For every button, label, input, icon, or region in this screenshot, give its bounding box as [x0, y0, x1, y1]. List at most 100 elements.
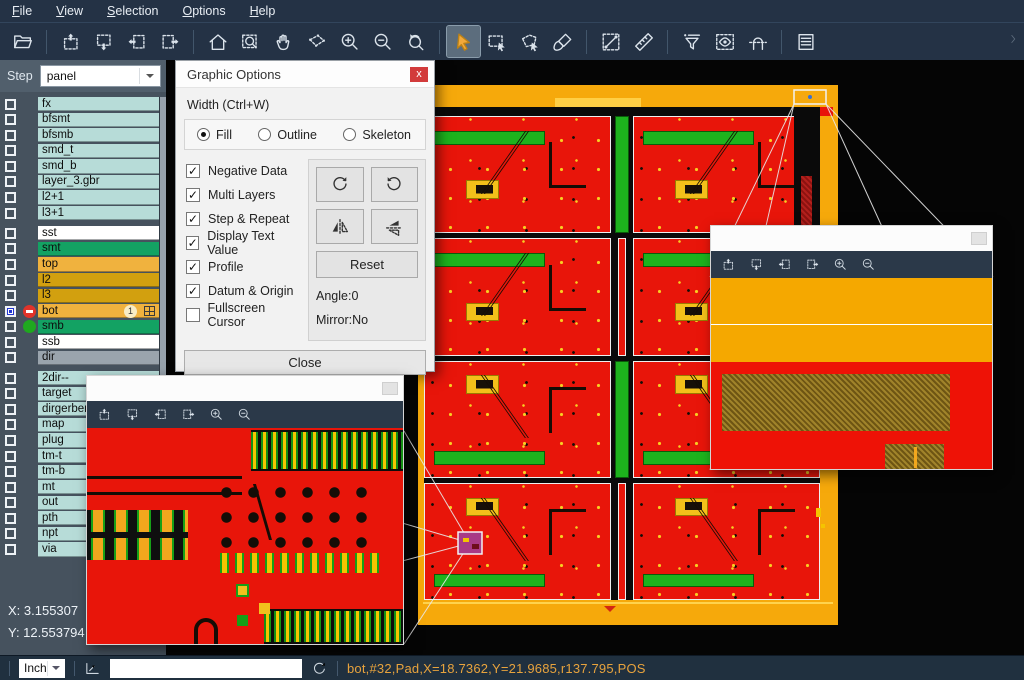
- layer-visibility-checkbox[interactable]: [5, 259, 16, 270]
- layer-row-smd-t[interactable]: smd_t: [0, 144, 159, 158]
- radio-fill[interactable]: Fill: [197, 128, 232, 142]
- layer-row-smb[interactable]: smb: [0, 320, 159, 334]
- zoomwin-tool-zoom-in[interactable]: [833, 257, 848, 272]
- menu-item-options[interactable]: Options: [182, 4, 225, 18]
- checkbox[interactable]: ✓: [186, 260, 200, 274]
- layer-visibility-checkbox[interactable]: [5, 306, 16, 317]
- layer-grid-icon[interactable]: [144, 306, 155, 316]
- layer-row-l3[interactable]: l3: [0, 289, 159, 303]
- layer-row-smt[interactable]: smt: [0, 242, 159, 256]
- layer-visibility-checkbox[interactable]: [5, 513, 16, 524]
- tool-show-selection[interactable]: [708, 26, 741, 57]
- rotate-cw-button[interactable]: [316, 167, 364, 202]
- zoom-window-right-button[interactable]: [971, 232, 987, 245]
- zoomwin-tool-pan-right[interactable]: [805, 257, 820, 272]
- tool-select-rectangle[interactable]: [480, 26, 513, 57]
- tool-pan-left[interactable]: [120, 26, 153, 57]
- layer-row-l3-1[interactable]: l3+1: [0, 206, 159, 220]
- zoomwin-tool-pan-down[interactable]: [125, 407, 140, 422]
- radio-circle[interactable]: [197, 128, 210, 141]
- layer-visibility-checkbox[interactable]: [5, 228, 16, 239]
- tool-measure-distance[interactable]: [594, 26, 627, 57]
- layer-visibility-checkbox[interactable]: [5, 176, 16, 187]
- layer-row-fx[interactable]: fx: [0, 97, 159, 111]
- zoom-window-right-titlebar[interactable]: [711, 226, 992, 251]
- tool-zoom-previous[interactable]: [399, 26, 432, 57]
- menu-item-selection[interactable]: Selection: [107, 4, 158, 18]
- layer-visibility-checkbox[interactable]: [5, 466, 16, 477]
- option-negative-data[interactable]: ✓Negative Data: [184, 159, 302, 183]
- layer-visibility-checkbox[interactable]: [5, 388, 16, 399]
- zoomwin-tool-pan-left[interactable]: [153, 407, 168, 422]
- radio-circle[interactable]: [258, 128, 271, 141]
- checkbox[interactable]: ✓: [186, 236, 199, 250]
- mirror-horizontal-axis-button[interactable]: [371, 209, 419, 244]
- layer-row-smd-b[interactable]: smd_b: [0, 159, 159, 173]
- layer-row-layer-3-gbr[interactable]: layer_3.gbr: [0, 175, 159, 189]
- angle-measure-icon[interactable]: [84, 660, 101, 677]
- command-input[interactable]: [110, 659, 302, 678]
- layer-row-ssb[interactable]: ssb: [0, 335, 159, 349]
- layer-visibility-checkbox[interactable]: [5, 528, 16, 539]
- dialog-title[interactable]: Graphic Options: [176, 61, 434, 88]
- radio-outline[interactable]: Outline: [258, 128, 317, 142]
- layer-visibility-checkbox[interactable]: [5, 145, 16, 156]
- refresh-icon[interactable]: [311, 660, 328, 677]
- tool-home-view[interactable]: [201, 26, 234, 57]
- option-multi-layers[interactable]: ✓Multi Layers: [184, 183, 302, 207]
- tool-pan-hand[interactable]: [267, 26, 300, 57]
- tool-zoom-in[interactable]: [333, 26, 366, 57]
- zoom-view-detail[interactable]: [87, 428, 403, 644]
- layer-row-sst[interactable]: sst: [0, 226, 159, 240]
- checkbox[interactable]: ✓: [186, 212, 200, 226]
- tool-paint-brush[interactable]: [546, 26, 579, 57]
- zoomwin-tool-pan-right[interactable]: [181, 407, 196, 422]
- layer-visibility-checkbox[interactable]: [5, 99, 16, 110]
- tool-snap[interactable]: [741, 26, 774, 57]
- menu-item-view[interactable]: View: [56, 4, 83, 18]
- layer-row-l2-1[interactable]: l2+1: [0, 190, 159, 204]
- layer-visibility-checkbox[interactable]: [5, 435, 16, 446]
- layer-visibility-checkbox[interactable]: [5, 419, 16, 430]
- layer-row-bot[interactable]: bot1: [0, 304, 159, 318]
- layer-visibility-checkbox[interactable]: [5, 114, 16, 125]
- tool-measure-ruler[interactable]: [627, 26, 660, 57]
- layer-row-dir[interactable]: dir: [0, 351, 159, 365]
- layer-visibility-checkbox[interactable]: [5, 497, 16, 508]
- zoomwin-tool-pan-up[interactable]: [97, 407, 112, 422]
- dialog-close-button[interactable]: x: [410, 67, 428, 82]
- menu-item-help[interactable]: Help: [250, 4, 276, 18]
- zoom-window-left-titlebar[interactable]: [87, 376, 403, 401]
- zoom-window-left-button[interactable]: [382, 382, 398, 395]
- layer-visibility-checkbox[interactable]: [5, 321, 16, 332]
- layer-visibility-checkbox[interactable]: [5, 482, 16, 493]
- tool-zoom-out[interactable]: [366, 26, 399, 57]
- option-step-repeat[interactable]: ✓Step & Repeat: [184, 207, 302, 231]
- layer-visibility-checkbox[interactable]: [5, 337, 16, 348]
- layer-visibility-checkbox[interactable]: [5, 404, 16, 415]
- tool-open-file[interactable]: [6, 26, 39, 57]
- tool-pan-right[interactable]: [153, 26, 186, 57]
- tool-zoom-polygon[interactable]: [300, 26, 333, 57]
- tool-pan-down[interactable]: [87, 26, 120, 57]
- zoomwin-tool-pan-down[interactable]: [749, 257, 764, 272]
- zoomwin-tool-zoom-in[interactable]: [209, 407, 224, 422]
- reset-button[interactable]: Reset: [316, 251, 418, 278]
- option-fullscreen-cursor[interactable]: Fullscreen Cursor: [184, 303, 302, 327]
- layer-visibility-checkbox[interactable]: [5, 544, 16, 555]
- zoomwin-tool-zoom-out[interactable]: [237, 407, 252, 422]
- tool-layers-form[interactable]: [789, 26, 822, 57]
- tool-zoom-window[interactable]: [234, 26, 267, 57]
- menu-item-file[interactable]: File: [12, 4, 32, 18]
- zoomwin-tool-pan-up[interactable]: [721, 257, 736, 272]
- checkbox[interactable]: ✓: [186, 188, 200, 202]
- zoom-view-fiducials[interactable]: [711, 278, 992, 469]
- layer-visibility-checkbox[interactable]: [5, 243, 16, 254]
- layer-row-bfsmt[interactable]: bfsmt: [0, 113, 159, 127]
- close-button[interactable]: Close: [184, 350, 426, 375]
- rotate-ccw-button[interactable]: [371, 167, 419, 202]
- tool-pan-up[interactable]: [54, 26, 87, 57]
- option-display-text-value[interactable]: ✓Display Text Value: [184, 231, 302, 255]
- layer-visibility-checkbox[interactable]: [5, 161, 16, 172]
- tool-select-cursor[interactable]: [447, 26, 480, 57]
